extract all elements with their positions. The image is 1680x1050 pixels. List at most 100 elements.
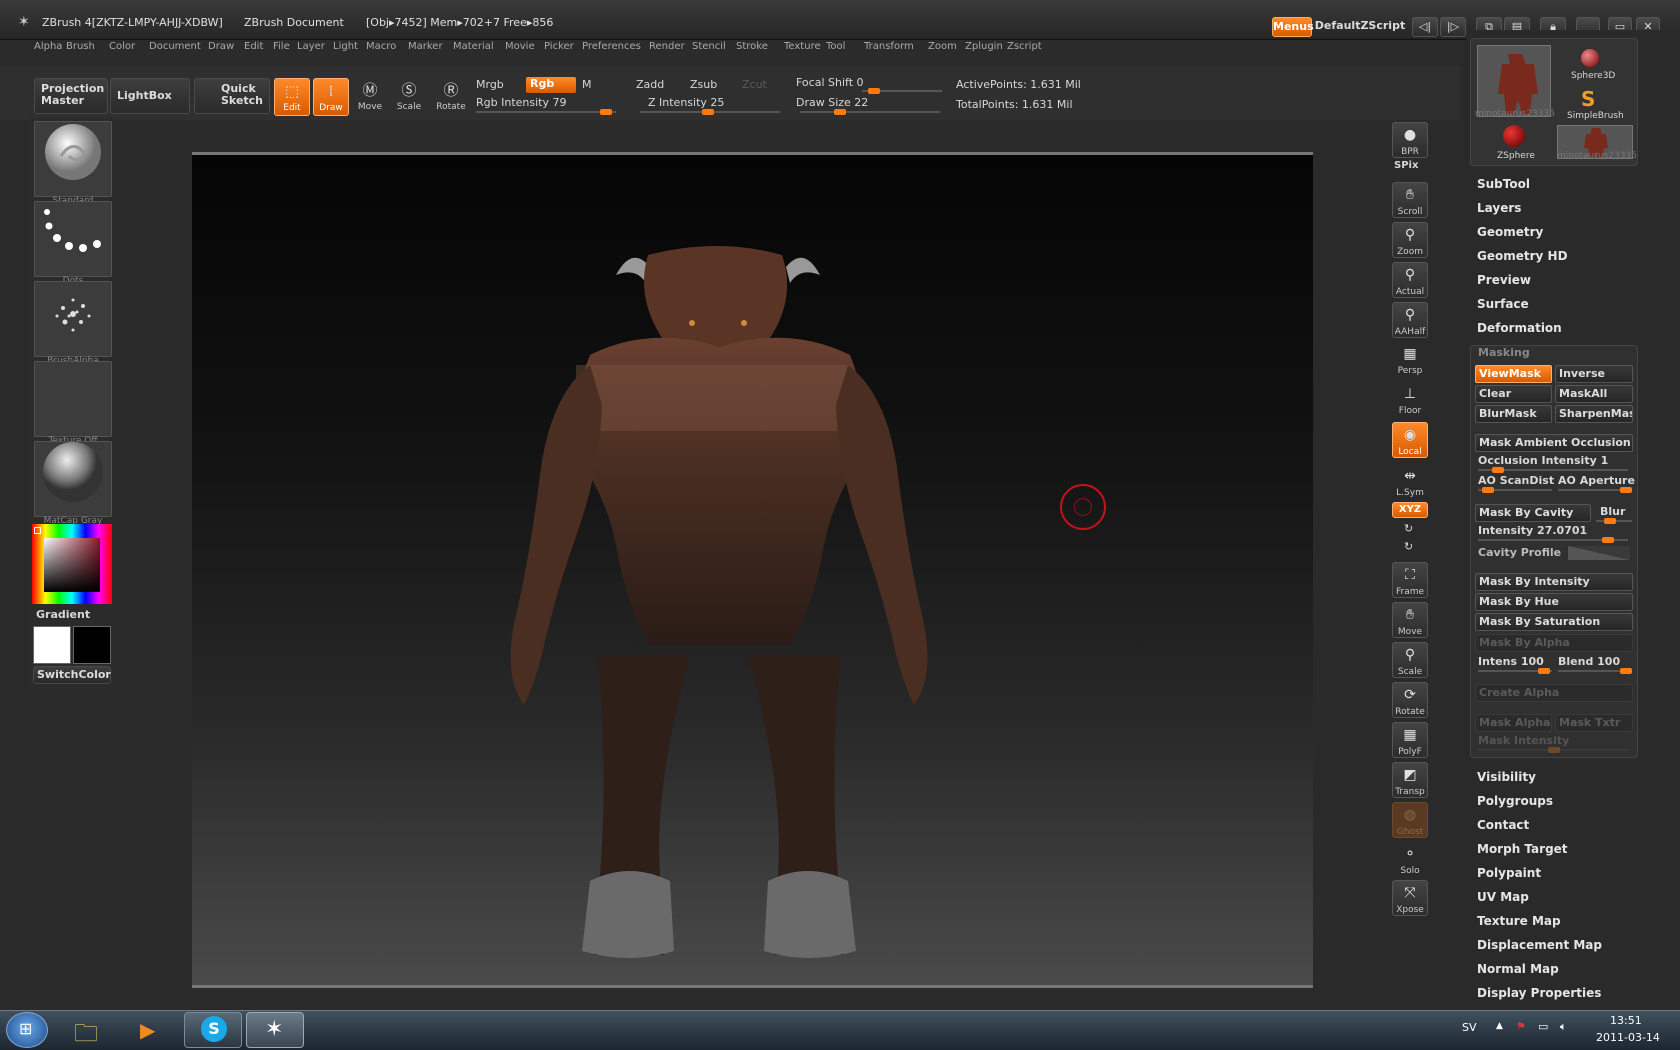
frame-button[interactable]: ⛶ Frame — [1392, 562, 1428, 598]
menu-color[interactable]: Color — [109, 41, 135, 52]
explorer-taskbar-button[interactable]: 🗀 — [62, 1012, 120, 1048]
normal-map-palette[interactable]: Normal Map — [1477, 962, 1559, 976]
create-alpha-button[interactable]: Create Alpha — [1475, 684, 1633, 702]
menu-draw[interactable]: Draw — [208, 41, 234, 52]
viewmask-button[interactable]: ViewMask — [1475, 365, 1552, 383]
switch-color-button[interactable]: SwitchColor — [33, 666, 111, 684]
subtool-palette[interactable]: SubTool — [1477, 177, 1530, 191]
zsub-toggle[interactable]: Zsub — [690, 78, 717, 91]
scale-button[interactable]: Ⓢ Scale — [391, 78, 427, 116]
skype-taskbar-button[interactable]: S — [184, 1012, 242, 1048]
menu-macro[interactable]: Macro — [366, 41, 396, 52]
show-hidden-icons[interactable]: ▲ — [1496, 1021, 1503, 1031]
blend-slider[interactable] — [1558, 668, 1632, 674]
menu-tool[interactable]: Tool — [826, 41, 845, 52]
mask-by-cavity-button[interactable]: Mask By Cavity — [1475, 504, 1591, 522]
focal-shift-slider[interactable] — [862, 88, 942, 94]
menu-zplugin[interactable]: Zplugin — [965, 41, 1003, 52]
simplebrush-icon[interactable]: S — [1581, 87, 1595, 111]
mask-by-alpha-button[interactable]: Mask By Alpha — [1475, 634, 1633, 652]
ao-scandist-slider[interactable] — [1478, 487, 1552, 493]
display-properties-palette[interactable]: Display Properties — [1477, 986, 1601, 1000]
minotaur-thumbnail[interactable] — [1477, 45, 1551, 117]
blur-slider[interactable] — [1596, 518, 1632, 524]
blurmask-button[interactable]: BlurMask — [1475, 405, 1552, 423]
contact-palette[interactable]: Contact — [1477, 818, 1529, 832]
zbrush-taskbar-button[interactable]: ✶ — [246, 1012, 304, 1048]
projection-master-button[interactable]: Projection Master — [34, 78, 108, 114]
mask-by-hue-button[interactable]: Mask By Hue — [1475, 593, 1633, 611]
geometry-hd-palette[interactable]: Geometry HD — [1477, 249, 1568, 263]
material-thumbnail[interactable]: MatCap Gray — [34, 441, 112, 526]
main-color-swatch[interactable] — [33, 626, 71, 664]
xpose-button[interactable]: ⤧ Xpose — [1392, 880, 1428, 916]
uv-map-palette[interactable]: UV Map — [1477, 890, 1529, 904]
menu-alpha[interactable]: Alpha — [34, 41, 62, 52]
polypaint-palette[interactable]: Polypaint — [1477, 866, 1541, 880]
bpr-button[interactable]: ● BPR — [1392, 122, 1428, 158]
inverse-button[interactable]: Inverse — [1555, 365, 1633, 383]
ghost-button[interactable]: ◍ Ghost — [1392, 802, 1428, 838]
menu-document[interactable]: Document — [149, 41, 201, 52]
local-button[interactable]: ◉ Local — [1392, 422, 1428, 458]
mask-ambient-occlusion-button[interactable]: Mask Ambient Occlusion — [1475, 434, 1633, 452]
alpha-thumbnail[interactable]: BrushAlpha — [34, 281, 112, 366]
intens-slider[interactable] — [1478, 668, 1552, 674]
menu-movie[interactable]: Movie — [505, 41, 535, 52]
geometry-palette[interactable]: Geometry — [1477, 225, 1543, 239]
menus-button[interactable]: Menus — [1272, 17, 1314, 37]
scale-view-button[interactable]: ⚲ Scale — [1392, 642, 1428, 678]
clear-mask-button[interactable]: Clear — [1475, 385, 1552, 403]
polyf-button[interactable]: ▦ PolyF — [1392, 722, 1428, 758]
scroll-button[interactable]: ✋︎ Scroll — [1392, 182, 1428, 218]
mask-by-saturation-button[interactable]: Mask By Saturation — [1475, 613, 1633, 631]
occlusion-intensity-slider[interactable] — [1478, 467, 1628, 473]
texture-map-palette[interactable]: Texture Map — [1477, 914, 1561, 928]
network-icon[interactable]: ▭ — [1538, 1020, 1548, 1033]
mask-intensity-slider[interactable] — [1478, 747, 1628, 753]
layers-palette[interactable]: Layers — [1477, 201, 1521, 215]
zcut-toggle[interactable]: Zcut — [742, 78, 767, 91]
lsym-button[interactable]: ⇹ L.Sym — [1392, 464, 1428, 500]
persp-button[interactable]: ▦ Persp — [1392, 342, 1428, 378]
clock-time[interactable]: 13:51 — [1610, 1014, 1642, 1027]
masking-header[interactable]: Masking — [1478, 346, 1530, 359]
draw-size-slider[interactable] — [800, 109, 940, 115]
mask-by-intensity-button[interactable]: Mask By Intensity — [1475, 573, 1633, 591]
color-square[interactable] — [44, 538, 100, 592]
action-center-icon[interactable]: ⚑ — [1516, 1020, 1526, 1033]
quick-sketch-button[interactable]: Quick Sketch — [194, 78, 270, 114]
stroke-thumbnail[interactable]: Dots — [34, 201, 112, 286]
menu-material[interactable]: Material — [453, 41, 494, 52]
start-button[interactable]: ⊞ — [6, 1012, 48, 1048]
menu-transform[interactable]: Transform — [864, 41, 914, 52]
menu-render[interactable]: Render — [649, 41, 685, 52]
language-indicator[interactable]: SV — [1462, 1021, 1477, 1034]
rotate-y-icon[interactable]: ↻ — [1404, 522, 1413, 535]
edit-button[interactable]: ⬚ Edit — [274, 78, 310, 116]
zadd-toggle[interactable]: Zadd — [636, 78, 664, 91]
menu-stroke[interactable]: Stroke — [736, 41, 768, 52]
deformation-palette[interactable]: Deformation — [1477, 321, 1562, 335]
secondary-color-swatch[interactable] — [73, 626, 111, 664]
actual-button[interactable]: ⚲ Actual — [1392, 262, 1428, 298]
menu-marker[interactable]: Marker — [408, 41, 443, 52]
menu-edit[interactable]: Edit — [244, 41, 263, 52]
preview-palette[interactable]: Preview — [1477, 273, 1531, 287]
brush-thumbnail[interactable]: Standard — [34, 121, 112, 206]
floor-button[interactable]: ⊥ Floor — [1392, 382, 1428, 418]
z-intensity-slider[interactable] — [640, 109, 780, 115]
rgb-intensity-slider[interactable] — [476, 109, 616, 115]
menu-zscript[interactable]: Zscript — [1007, 41, 1042, 52]
xyz-button[interactable]: XYZ — [1392, 502, 1428, 518]
forward-icon[interactable]: |▷ — [1440, 17, 1466, 37]
visibility-palette[interactable]: Visibility — [1477, 770, 1536, 784]
menu-preferences[interactable]: Preferences — [582, 41, 641, 52]
mask-txtr-button[interactable]: Mask Txtr — [1555, 714, 1633, 732]
displacement-map-palette[interactable]: Displacement Map — [1477, 938, 1602, 952]
rewind-icon[interactable]: ◁| — [1412, 17, 1438, 37]
cavity-profile-curve[interactable] — [1568, 546, 1630, 560]
menu-stencil[interactable]: Stencil — [692, 41, 726, 52]
rgb-toggle[interactable]: Rgb — [526, 77, 576, 93]
clock-date[interactable]: 2011-03-14 — [1596, 1031, 1660, 1044]
